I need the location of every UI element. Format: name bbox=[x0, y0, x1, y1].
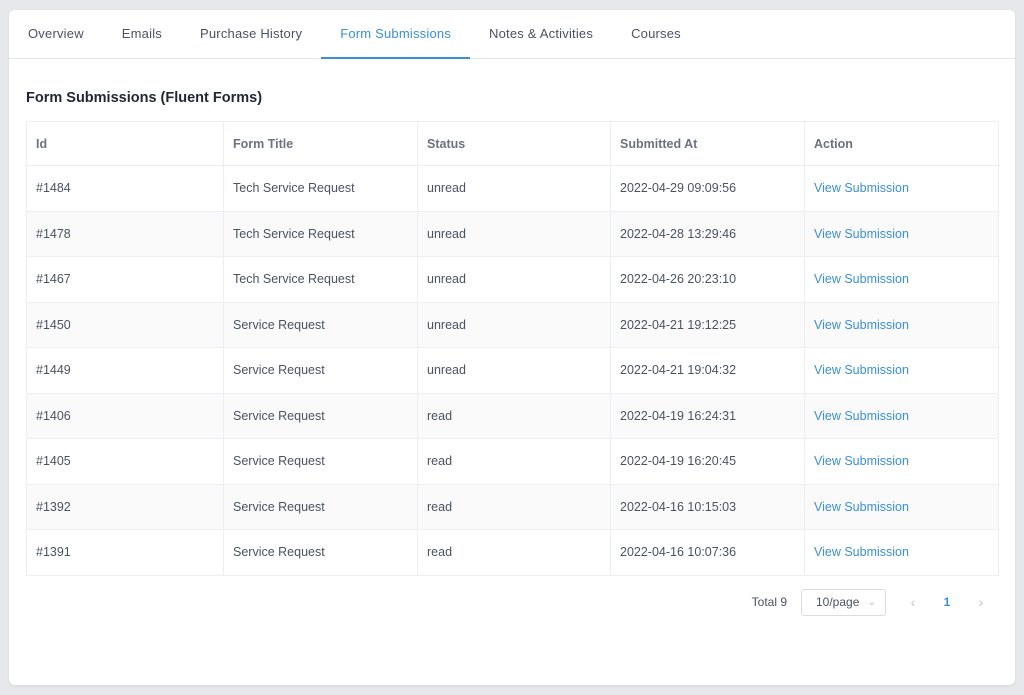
table-header-row: Id Form Title Status Submitted At Action bbox=[26, 121, 999, 166]
column-header-submitted-at[interactable]: Submitted At bbox=[610, 121, 805, 166]
view-submission-link[interactable]: View Submission bbox=[814, 318, 909, 332]
cell-action: View Submission bbox=[804, 165, 999, 212]
tab-purchase-history[interactable]: Purchase History bbox=[181, 10, 321, 58]
table-row: #1478 Tech Service Request unread 2022-04-2… bbox=[26, 210, 999, 257]
cell-id: #1467 bbox=[26, 256, 224, 303]
page-size-select[interactable]: 10/page ⌄ bbox=[801, 588, 886, 616]
cell-id: #1449 bbox=[26, 347, 224, 394]
cell-form-title: Service Request bbox=[223, 483, 418, 530]
tab-notes-activities[interactable]: Notes & Activities bbox=[470, 10, 612, 58]
view-submission-link[interactable]: View Submission bbox=[814, 181, 909, 195]
cell-status: unread bbox=[417, 210, 611, 257]
cell-status: unread bbox=[417, 301, 611, 348]
cell-submitted-at: 2022-04-19 16:20:45 bbox=[610, 438, 805, 485]
total-count: Total 9 bbox=[751, 595, 787, 609]
table-row: #1406 Service Request read 2022-04-19 16:24… bbox=[26, 392, 999, 439]
cell-form-title: Tech Service Request bbox=[223, 165, 418, 212]
cell-status: read bbox=[417, 483, 611, 530]
cell-submitted-at: 2022-04-16 10:15:03 bbox=[610, 483, 805, 530]
cell-status: read bbox=[417, 392, 611, 439]
cell-action: View Submission bbox=[804, 256, 999, 303]
cell-id: #1405 bbox=[26, 438, 224, 485]
cell-form-title: Tech Service Request bbox=[223, 210, 418, 257]
cell-action: View Submission bbox=[804, 347, 999, 394]
chevron-down-icon: ⌄ bbox=[867, 596, 876, 608]
cell-action: View Submission bbox=[804, 529, 999, 576]
view-submission-link[interactable]: View Submission bbox=[814, 363, 909, 377]
cell-form-title: Service Request bbox=[223, 529, 418, 576]
cell-form-title: Tech Service Request bbox=[223, 256, 418, 303]
tab-bar: Overview Emails Purchase History Form Su… bbox=[9, 10, 1015, 59]
cell-action: View Submission bbox=[804, 210, 999, 257]
cell-action: View Submission bbox=[804, 392, 999, 439]
cell-status: unread bbox=[417, 165, 611, 212]
chevron-left-icon[interactable]: ‹ bbox=[896, 594, 930, 610]
view-submission-link[interactable]: View Submission bbox=[814, 272, 909, 286]
submissions-table: Id Form Title Status Submitted At Action… bbox=[26, 121, 999, 576]
tab-courses[interactable]: Courses bbox=[612, 10, 700, 58]
column-header-status[interactable]: Status bbox=[417, 121, 611, 166]
view-submission-link[interactable]: View Submission bbox=[814, 500, 909, 514]
cell-id: #1391 bbox=[26, 529, 224, 576]
table-row: #1392 Service Request read 2022-04-16 10:15… bbox=[26, 483, 999, 530]
cell-submitted-at: 2022-04-19 16:24:31 bbox=[610, 392, 805, 439]
cell-form-title: Service Request bbox=[223, 392, 418, 439]
column-header-action[interactable]: Action bbox=[804, 121, 999, 166]
cell-submitted-at: 2022-04-26 20:23:10 bbox=[610, 256, 805, 303]
cell-status: read bbox=[417, 438, 611, 485]
cell-id: #1450 bbox=[26, 301, 224, 348]
cell-form-title: Service Request bbox=[223, 301, 418, 348]
cell-submitted-at: 2022-04-21 19:04:32 bbox=[610, 347, 805, 394]
cell-submitted-at: 2022-04-21 19:12:25 bbox=[610, 301, 805, 348]
tab-overview[interactable]: Overview bbox=[9, 10, 103, 58]
section-title: Form Submissions (Fluent Forms) bbox=[26, 90, 263, 106]
cell-submitted-at: 2022-04-28 13:29:46 bbox=[610, 210, 805, 257]
cell-submitted-at: 2022-04-29 09:09:56 bbox=[610, 165, 805, 212]
cell-submitted-at: 2022-04-16 10:07:36 bbox=[610, 529, 805, 576]
page-size-value: 10/page bbox=[816, 595, 860, 609]
view-submission-link[interactable]: View Submission bbox=[814, 409, 909, 423]
chevron-right-icon[interactable]: › bbox=[964, 594, 998, 610]
table-row: #1391 Service Request read 2022-04-16 10:07… bbox=[26, 529, 999, 576]
cell-status: unread bbox=[417, 347, 611, 394]
page-number-current[interactable]: 1 bbox=[930, 595, 964, 609]
cell-status: unread bbox=[417, 256, 611, 303]
table-row: #1484 Tech Service Request unread 2022-04-2… bbox=[26, 165, 999, 212]
cell-action: View Submission bbox=[804, 301, 999, 348]
tab-emails[interactable]: Emails bbox=[103, 10, 181, 58]
table-row: #1449 Service Request unread 2022-04-21 19:… bbox=[26, 347, 999, 394]
contact-panel: Overview Emails Purchase History Form Su… bbox=[9, 10, 1015, 685]
cell-status: read bbox=[417, 529, 611, 576]
cell-id: #1484 bbox=[26, 165, 224, 212]
cell-form-title: Service Request bbox=[223, 438, 418, 485]
cell-form-title: Service Request bbox=[223, 347, 418, 394]
column-header-id[interactable]: Id bbox=[26, 121, 224, 166]
cell-id: #1392 bbox=[26, 483, 224, 530]
table-row: #1405 Service Request read 2022-04-19 16:20… bbox=[26, 438, 999, 485]
pagination: Total 9 10/page ⌄ ‹ 1 › bbox=[752, 588, 998, 616]
cell-action: View Submission bbox=[804, 483, 999, 530]
tab-form-submissions[interactable]: Form Submissions bbox=[321, 10, 470, 59]
table-row: #1450 Service Request unread 2022-04-21 19:… bbox=[26, 301, 999, 348]
cell-id: #1406 bbox=[26, 392, 224, 439]
view-submission-link[interactable]: View Submission bbox=[814, 545, 909, 559]
cell-action: View Submission bbox=[804, 438, 999, 485]
column-header-form-title[interactable]: Form Title bbox=[223, 121, 418, 166]
view-submission-link[interactable]: View Submission bbox=[814, 227, 909, 241]
table-row: #1467 Tech Service Request unread 2022-04-2… bbox=[26, 256, 999, 303]
view-submission-link[interactable]: View Submission bbox=[814, 454, 909, 468]
cell-id: #1478 bbox=[26, 210, 224, 257]
